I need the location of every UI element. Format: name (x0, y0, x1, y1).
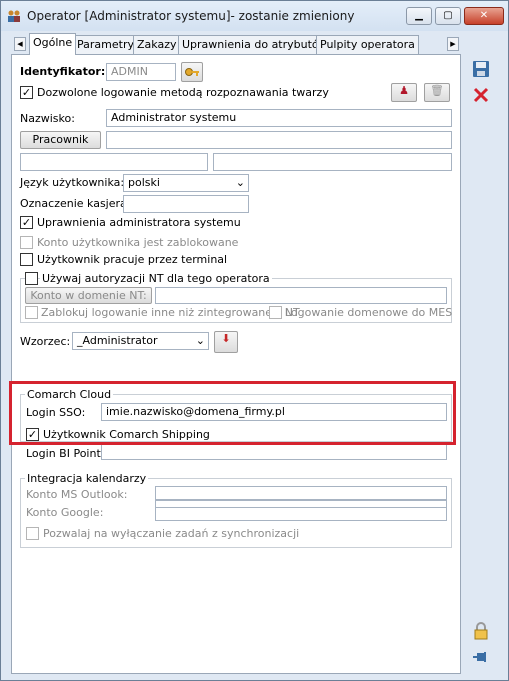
tab-scroll-right[interactable]: ▶ (447, 37, 459, 51)
face-login-label: Dozwolone logowanie metodą rozpoznawania… (37, 86, 329, 99)
admin-rights-label: Uprawnienia administratora systemu (37, 216, 241, 229)
identyfikator-field[interactable]: ADMIN (106, 63, 176, 81)
delete-face-button[interactable]: 🗑 (424, 83, 450, 102)
calendar-title: Integracja kalendarzy (25, 472, 149, 485)
maximize-button[interactable]: ▢ (435, 7, 461, 25)
face-button[interactable]: ♟ (391, 83, 417, 102)
lock-icon (474, 622, 488, 640)
outlook-field[interactable] (155, 486, 447, 500)
tab-zakazy[interactable]: Zakazy (133, 35, 181, 54)
identyfikator-label: Identyfikator: (20, 65, 106, 78)
face-login-checkbox[interactable]: ✓ (20, 86, 33, 99)
close-icon: ✕ (479, 10, 489, 21)
close-button[interactable]: ✕ (464, 7, 504, 25)
nt-block-checkbox[interactable] (25, 306, 38, 319)
tab-parametry[interactable]: Parametry (73, 35, 138, 54)
tab-ogolne[interactable]: Ogólne (29, 33, 77, 55)
sync-checkbox[interactable] (26, 527, 39, 540)
sync-label: Pozwalaj na wyłączanie zadań z synchroni… (43, 527, 300, 540)
extra-field-2[interactable] (213, 153, 452, 171)
wzorzec-label: Wzorzec: (20, 335, 71, 348)
wzorzec-apply-button[interactable]: ⬇ (214, 331, 238, 353)
key-button[interactable] (181, 62, 203, 82)
chevron-down-icon: ⌄ (195, 334, 205, 347)
blocked-label: Konto użytkownika jest zablokowane (37, 236, 239, 249)
operator-window: Operator [Administrator systemu]- zostan… (0, 0, 509, 681)
nt-domain-field[interactable] (155, 287, 447, 304)
key-icon (185, 68, 199, 76)
kasjer-field[interactable] (123, 195, 249, 213)
login-bi-field[interactable] (101, 444, 447, 460)
person-icon: ♟ (399, 84, 409, 97)
general-tab-panel: Identyfikator: ADMIN ✓ Dozwolone logowan… (9, 54, 461, 674)
nazwisko-field[interactable]: Administrator systemu (106, 109, 452, 127)
login-bi-label: Login BI Point: (26, 447, 105, 460)
terminal-checkbox[interactable] (20, 253, 33, 266)
pin-button[interactable] (471, 647, 493, 669)
maximize-icon: ▢ (443, 10, 453, 21)
nt-domain-login-label: Logowanie domenowe do MES (285, 306, 453, 319)
nazwisko-label: Nazwisko: (20, 112, 75, 125)
nt-domain-login-checkbox[interactable] (269, 306, 282, 319)
close-x-icon (473, 87, 489, 103)
minimize-button[interactable]: ▁ (406, 7, 432, 25)
pin-icon (473, 652, 486, 662)
nt-checkbox[interactable] (25, 272, 38, 285)
floppy-disk-icon (473, 61, 489, 77)
chevron-down-icon: ⌄ (235, 176, 245, 189)
users-icon (8, 10, 20, 22)
blocked-checkbox[interactable] (20, 236, 33, 249)
lock-button[interactable] (471, 621, 493, 643)
title-bar[interactable]: Operator [Administrator systemu]- zostan… (1, 1, 508, 31)
google-label: Konto Google: (26, 506, 104, 519)
pracownik-button[interactable]: Pracownik (20, 131, 101, 149)
kasjer-label: Oznaczenie kasjera: (20, 197, 131, 210)
cancel-button[interactable] (471, 85, 493, 107)
minimize-icon: ▁ (415, 10, 423, 21)
highlight-frame (9, 381, 456, 445)
nt-block-label: Zablokuj logowanie inne niż zintegrowane… (41, 306, 300, 319)
trash-icon: 🗑 (430, 84, 444, 97)
google-field[interactable] (155, 507, 447, 521)
nt-group-label: Używaj autoryzacji NT dla tego operatora (40, 272, 272, 285)
nt-domain-button[interactable]: Konto w domenie NT: (25, 287, 152, 304)
wzorzec-select[interactable]: _Administrator ⌄ (72, 332, 209, 350)
jezyk-select[interactable]: polski ⌄ (123, 174, 249, 192)
tab-strip: Ogólne Parametry Zakazy Uprawnienia do a… (11, 33, 461, 55)
pracownik-field[interactable] (106, 131, 452, 149)
extra-field-1[interactable] (20, 153, 208, 171)
jezyk-label: Język użytkownika: (20, 176, 125, 189)
terminal-label: Użytkownik pracuje przez terminal (37, 253, 228, 266)
arrow-down-icon: ⬇ (221, 332, 231, 345)
tab-pulpity[interactable]: Pulpity operatora (316, 35, 419, 54)
window-title: Operator [Administrator systemu]- zostan… (27, 9, 355, 23)
outlook-label: Konto MS Outlook: (26, 488, 128, 501)
tab-uprawnienia-atrybutow[interactable]: Uprawnienia do atrybutów (178, 35, 332, 54)
admin-rights-checkbox[interactable]: ✓ (20, 216, 33, 229)
save-button[interactable] (471, 59, 493, 81)
